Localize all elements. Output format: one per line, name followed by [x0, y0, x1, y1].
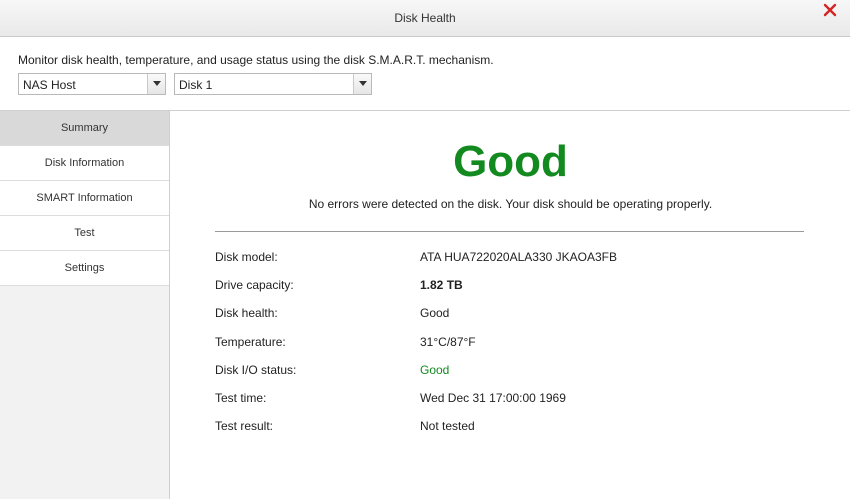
field-label: Disk model:	[215, 250, 278, 264]
field-value: Good	[420, 363, 450, 377]
health-status-headline: Good	[453, 137, 568, 186]
sidebar-item-smart-information[interactable]: SMART Information	[0, 181, 169, 216]
field-label: Test result:	[215, 419, 274, 433]
chevron-down-icon[interactable]	[353, 74, 371, 94]
health-status-message: No errors were detected on the disk. You…	[308, 197, 713, 211]
disk-select[interactable]: Disk 1	[174, 73, 372, 95]
field-row-disk-io-status: Disk I/O status: Good	[215, 363, 815, 383]
field-row-drive-capacity: Drive capacity: 1.82 TB	[215, 278, 815, 298]
sidebar-item-test[interactable]: Test	[0, 216, 169, 251]
field-value: 31°C/87°F	[420, 335, 476, 349]
chevron-down-icon[interactable]	[147, 74, 165, 94]
field-value: ATA HUA722020ALA330 JKAOA3FB	[420, 250, 617, 264]
disk-select-value: Disk 1	[179, 78, 213, 92]
window-title: Disk Health	[394, 11, 456, 25]
field-row-disk-health: Disk health: Good	[215, 306, 815, 326]
field-value: Good	[420, 306, 450, 320]
field-label: Test time:	[215, 391, 267, 405]
field-value: Wed Dec 31 17:00:00 1969	[420, 391, 566, 405]
field-label: Disk I/O status:	[215, 363, 297, 377]
sidebar-item-settings[interactable]: Settings	[0, 251, 169, 286]
field-row-disk-model: Disk model: ATA HUA722020ALA330 JKAOA3FB	[215, 250, 815, 270]
page-description: Monitor disk health, temperature, and us…	[18, 53, 494, 67]
sidebar-item-disk-information[interactable]: Disk Information	[0, 146, 169, 181]
field-row-temperature: Temperature: 31°C/87°F	[215, 335, 815, 355]
field-label: Temperature:	[215, 335, 286, 349]
host-select-value: NAS Host	[23, 78, 76, 92]
summary-panel: Good No errors were detected on the disk…	[171, 111, 850, 499]
field-label: Disk health:	[215, 306, 278, 320]
title-bar: Disk Health	[0, 0, 850, 37]
host-select[interactable]: NAS Host	[18, 73, 166, 95]
summary-divider	[215, 231, 804, 232]
field-row-test-result: Test result: Not tested	[215, 419, 815, 439]
field-value: Not tested	[420, 419, 475, 433]
field-value: 1.82 TB	[420, 278, 463, 292]
sidebar-item-summary[interactable]: Summary	[0, 111, 169, 146]
close-icon[interactable]	[822, 2, 838, 18]
sidebar: Summary Disk Information SMART Informati…	[0, 111, 170, 499]
field-row-test-time: Test time: Wed Dec 31 17:00:00 1969	[215, 391, 815, 411]
field-label: Drive capacity:	[215, 278, 294, 292]
